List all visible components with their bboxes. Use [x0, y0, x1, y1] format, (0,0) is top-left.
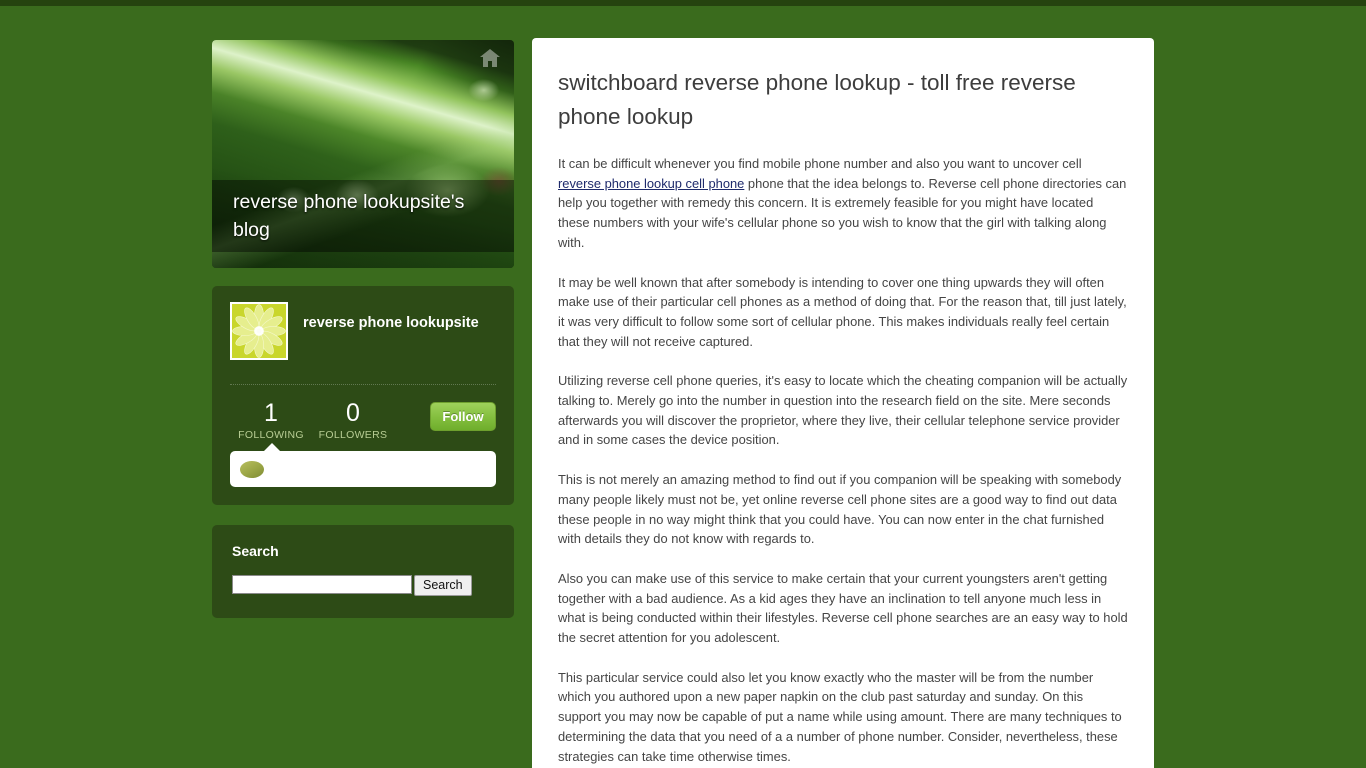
following-list-panel[interactable] [230, 443, 496, 487]
flower-avatar-icon[interactable] [230, 302, 288, 360]
followers-count: 0 [346, 399, 360, 427]
blog-title: reverse phone lookupsite's blog [233, 191, 465, 241]
page-inner: reverse phone lookupsite's blog reverse … [212, 6, 1154, 768]
search-button[interactable]: Search [414, 575, 472, 596]
home-icon[interactable] [478, 46, 502, 68]
mini-avatar-icon[interactable] [240, 460, 264, 478]
profile-divider [230, 384, 496, 385]
profile-header: reverse phone lookupsite [230, 302, 496, 360]
followers-label: FOLLOWERS [318, 429, 388, 441]
post-paragraph-4: This is not merely an amazing method to … [558, 472, 1122, 547]
following-count: 1 [264, 399, 278, 427]
post-paragraph-1: It can be difficult whenever you find mo… [558, 154, 1128, 253]
post-body: It can be difficult whenever you find mo… [558, 154, 1128, 768]
search-heading: Search [232, 543, 279, 559]
post-paragraph-5: Also you can make use of this service to… [558, 570, 1128, 646]
stat-followers[interactable]: 0 FOLLOWERS [312, 399, 394, 441]
post-paragraph-6: This particular service could also let y… [558, 669, 1122, 764]
paragraph-1-text-before: It can be difficult whenever you find mo… [558, 156, 1082, 171]
sidebar: reverse phone lookupsite's blog reverse … [212, 6, 514, 618]
profile-card: reverse phone lookupsite 1 FOLLOWING 0 F… [212, 286, 514, 505]
post-paragraph-2: It may be well known that after somebody… [558, 274, 1127, 349]
profile-display-name: reverse phone lookupsite [303, 315, 479, 331]
search-input[interactable] [232, 575, 412, 594]
post-content-panel: switchboard reverse phone lookup - toll … [532, 38, 1154, 768]
search-card: Search Search [212, 525, 514, 618]
blog-header-card[interactable]: reverse phone lookupsite's blog [212, 40, 514, 268]
page-container: reverse phone lookupsite's blog reverse … [0, 6, 1366, 768]
search-row: Search [232, 575, 494, 596]
post-title: switchboard reverse phone lookup - toll … [558, 70, 1076, 129]
following-label: FOLLOWING [238, 429, 304, 441]
follow-button[interactable]: Follow [430, 402, 496, 431]
stat-following[interactable]: 1 FOLLOWING [230, 399, 312, 441]
post-paragraph-3: Utilizing reverse cell phone queries, it… [558, 373, 1128, 448]
profile-stats-row: 1 FOLLOWING 0 FOLLOWERS Follow [230, 399, 496, 441]
reverse-phone-lookup-link[interactable]: reverse phone lookup cell phone [558, 176, 744, 191]
